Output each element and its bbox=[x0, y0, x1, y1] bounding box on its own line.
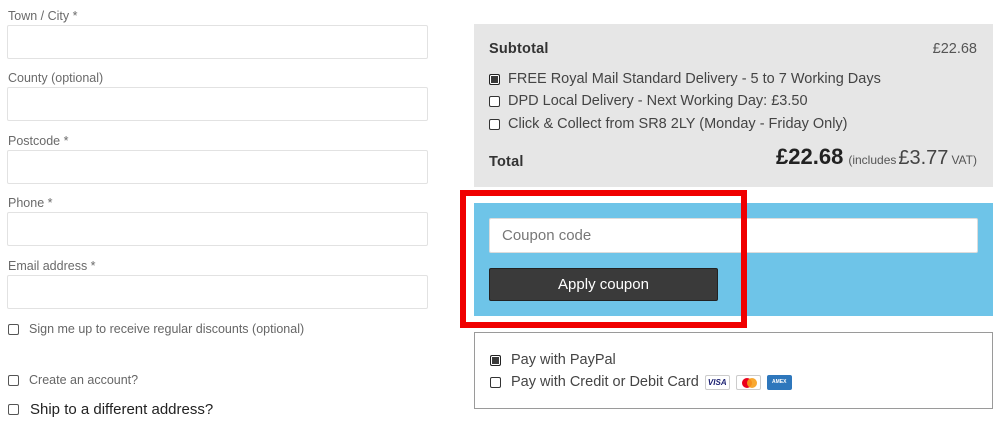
includes-label: (includes bbox=[848, 153, 897, 167]
signup-row[interactable]: Sign me up to receive regular discounts … bbox=[8, 322, 304, 336]
county-input[interactable] bbox=[7, 87, 428, 121]
shipping-checkbox-royal-mail[interactable] bbox=[489, 73, 500, 85]
coupon-code-input[interactable] bbox=[489, 218, 978, 253]
total-value: £22.68 bbox=[776, 144, 844, 169]
shipping-checkbox-click-collect[interactable] bbox=[489, 118, 500, 130]
order-summary: Subtotal £22.68 FREE Royal Mail Standard… bbox=[474, 24, 993, 187]
amex-text: AMEX bbox=[772, 379, 787, 385]
total-amount: £22.68 (includes £3.77 VAT) bbox=[776, 144, 977, 170]
card-logos: VISA AMEX bbox=[704, 374, 798, 390]
shipping-label-click-collect: Click & Collect from SR8 2LY (Monday - F… bbox=[508, 116, 848, 132]
total-label: Total bbox=[489, 154, 524, 170]
card-label: Pay with Credit or Debit Card bbox=[511, 374, 699, 390]
county-label: County (optional) bbox=[8, 71, 104, 85]
shipping-label-dpd: DPD Local Delivery - Next Working Day: £… bbox=[508, 93, 808, 109]
signup-label: Sign me up to receive regular discounts … bbox=[29, 322, 305, 336]
shipping-option-royal-mail[interactable]: FREE Royal Mail Standard Delivery - 5 to… bbox=[489, 71, 881, 87]
subtotal-value: £22.68 bbox=[932, 41, 977, 57]
paypal-label: Pay with PayPal bbox=[511, 352, 616, 368]
email-input[interactable] bbox=[7, 275, 428, 309]
coupon-panel: Apply coupon bbox=[474, 203, 993, 316]
ship-different-label: Ship to a different address? bbox=[30, 401, 214, 418]
apply-coupon-button[interactable]: Apply coupon bbox=[489, 268, 718, 301]
create-account-row[interactable]: Create an account? bbox=[8, 373, 138, 387]
shipping-label-royal-mail: FREE Royal Mail Standard Delivery - 5 to… bbox=[508, 71, 881, 87]
phone-input[interactable] bbox=[7, 212, 428, 246]
phone-label: Phone * bbox=[8, 196, 53, 210]
ship-different-row[interactable]: Ship to a different address? bbox=[8, 401, 213, 418]
town-label: Town / City * bbox=[8, 9, 78, 23]
shipping-checkbox-dpd[interactable] bbox=[489, 95, 500, 107]
create-account-checkbox[interactable] bbox=[8, 374, 19, 386]
ship-different-checkbox[interactable] bbox=[8, 404, 19, 415]
payment-option-paypal[interactable]: Pay with PayPal bbox=[490, 352, 616, 368]
subtotal-label: Subtotal bbox=[489, 41, 549, 57]
payment-option-card[interactable]: Pay with Credit or Debit Card VISA AMEX bbox=[490, 374, 798, 390]
mastercard-icon bbox=[735, 374, 761, 390]
postcode-input[interactable] bbox=[7, 150, 428, 184]
shipping-option-click-collect[interactable]: Click & Collect from SR8 2LY (Monday - F… bbox=[489, 116, 848, 132]
shipping-option-dpd[interactable]: DPD Local Delivery - Next Working Day: £… bbox=[489, 93, 808, 109]
amex-icon: AMEX bbox=[766, 374, 792, 390]
email-label: Email address * bbox=[8, 259, 96, 273]
paypal-checkbox[interactable] bbox=[490, 354, 501, 366]
town-input[interactable] bbox=[7, 25, 428, 59]
card-checkbox[interactable] bbox=[490, 376, 501, 388]
payment-methods: Pay with PayPal Pay with Credit or Debit… bbox=[474, 332, 993, 409]
postcode-label: Postcode * bbox=[8, 134, 69, 148]
vat-value: £3.77 bbox=[898, 147, 949, 169]
visa-text: VISA bbox=[707, 377, 727, 387]
create-account-label: Create an account? bbox=[29, 373, 139, 387]
visa-icon: VISA bbox=[704, 374, 730, 390]
signup-checkbox[interactable] bbox=[8, 323, 19, 335]
vat-label: VAT) bbox=[951, 153, 977, 167]
